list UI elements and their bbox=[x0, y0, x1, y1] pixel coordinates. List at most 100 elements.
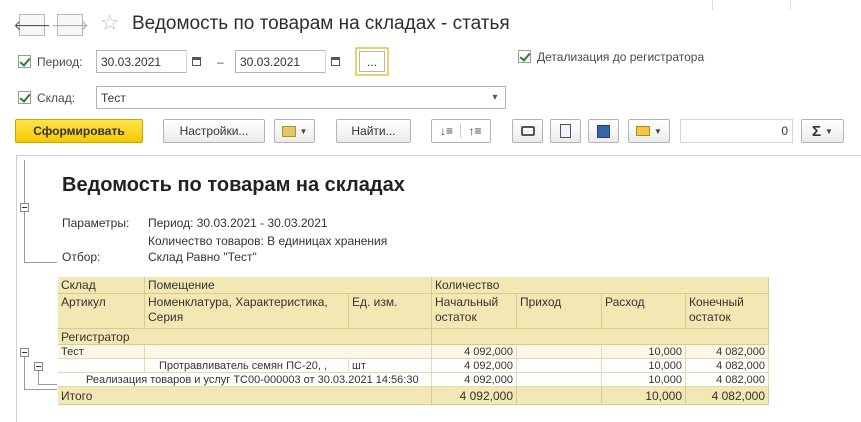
envelope-icon bbox=[636, 126, 651, 136]
table-cell bbox=[145, 345, 432, 359]
header-warehouse: Склад bbox=[58, 277, 145, 294]
calendar-from-button[interactable] bbox=[186, 50, 206, 73]
sort-group: ↓≡ ↑≡ bbox=[431, 119, 491, 143]
header-expense: Расход bbox=[602, 294, 686, 329]
params-label: Параметры: bbox=[62, 216, 130, 230]
generate-button[interactable]: Сформировать bbox=[15, 119, 143, 143]
filter-label: Отбор: bbox=[62, 250, 101, 264]
header-room: Помещение bbox=[145, 277, 432, 294]
page-title: Ведомость по товарам на складах - статья bbox=[132, 13, 510, 34]
param-quantity-units: Количество товаров: В единицах хранения bbox=[148, 234, 388, 248]
window-divider bbox=[712, 0, 713, 10]
forward-button[interactable]: 🡒 bbox=[51, 14, 89, 36]
favorite-star-icon[interactable]: ☆ bbox=[100, 12, 120, 34]
report-title: Ведомость по товарам на складах bbox=[62, 174, 405, 196]
sum-value: 0 bbox=[781, 124, 788, 138]
table-row-registrar[interactable]: Реализация товаров и услуг ТС00-000003 о… bbox=[58, 373, 432, 387]
report-variants-icon bbox=[281, 125, 296, 137]
group-line bbox=[38, 384, 57, 385]
arrow-left-icon: 🡐 bbox=[13, 16, 51, 33]
header-nomenclature: Номенклатура, Характеристика, Серия bbox=[145, 294, 349, 329]
header-series: Серия bbox=[148, 310, 184, 324]
header-closing-line2: остаток bbox=[689, 310, 731, 324]
calendar-to-button[interactable] bbox=[325, 50, 345, 73]
arrow-right-icon: 🡒 bbox=[51, 16, 89, 33]
warehouse-value: Тест bbox=[101, 91, 126, 105]
detail-checkbox[interactable] bbox=[518, 50, 531, 63]
settings-button[interactable]: Настройки... bbox=[163, 119, 265, 143]
total-closing: 4 082,000 bbox=[686, 387, 769, 405]
warehouse-label: Склад: bbox=[37, 91, 76, 105]
table-cell-expense: 10,000 bbox=[602, 359, 686, 373]
chevron-down-icon: ▾ bbox=[492, 92, 498, 103]
header-closing: Конечный остаток bbox=[686, 294, 769, 329]
header-article: Артикул bbox=[58, 294, 145, 329]
period-select-button[interactable]: ... bbox=[355, 47, 389, 76]
period-checkbox[interactable] bbox=[18, 55, 31, 68]
group-line bbox=[24, 355, 25, 389]
sum-mode-button[interactable]: Σ ▼ bbox=[801, 119, 844, 143]
table-row-item-name[interactable]: Протравливатель семян ПС-20, , bbox=[145, 359, 349, 373]
table-cell-income bbox=[517, 345, 602, 359]
send-email-button[interactable]: ▼ bbox=[628, 119, 670, 143]
header-closing-line1: Конечный bbox=[689, 295, 744, 309]
detail-label: Детализация до регистратора bbox=[537, 50, 705, 64]
collapse-group-icon[interactable] bbox=[34, 362, 43, 371]
table-cell-expense: 10,000 bbox=[602, 345, 686, 359]
param-period: Период: 30.03.2021 - 30.03.2021 bbox=[148, 216, 328, 230]
chevron-down-icon: ▼ bbox=[825, 126, 833, 136]
total-expense: 10,000 bbox=[602, 387, 686, 405]
header-opening-line2: остаток bbox=[435, 310, 477, 324]
sort-descending-icon[interactable]: ↑≡ bbox=[461, 124, 489, 138]
ellipsis-icon: ... bbox=[359, 51, 385, 72]
header-registrar: Регистратор bbox=[58, 329, 432, 345]
header-opening: Начальный остаток bbox=[432, 294, 517, 329]
sort-ascending-icon[interactable]: ↓≡ bbox=[433, 124, 461, 138]
date-separator: – bbox=[217, 55, 224, 69]
group-line bbox=[24, 389, 57, 390]
table-cell-income bbox=[517, 373, 602, 387]
header-income: Приход bbox=[517, 294, 602, 329]
table-cell-opening: 4 092,000 bbox=[432, 359, 517, 373]
total-income bbox=[517, 387, 602, 405]
total-label: Итого bbox=[58, 387, 432, 405]
header-unit: Ед. изм. bbox=[349, 294, 432, 329]
warehouse-field[interactable]: Тест bbox=[96, 86, 506, 109]
chevron-down-icon: ▼ bbox=[299, 126, 308, 136]
window-divider bbox=[790, 0, 791, 10]
print-button[interactable] bbox=[512, 119, 543, 143]
warehouse-dropdown-button[interactable]: ▾ bbox=[485, 86, 505, 109]
date-from-value: 30.03.2021 bbox=[101, 55, 162, 69]
header-nomenclature-line1: Номенклатура, Характеристика, bbox=[148, 295, 328, 309]
variants-button[interactable]: ▼ bbox=[274, 119, 315, 143]
sigma-icon: Σ bbox=[812, 122, 822, 140]
total-opening: 4 092,000 bbox=[432, 387, 517, 405]
table-cell-closing: 4 082,000 bbox=[686, 359, 769, 373]
table-cell-opening: 4 092,000 bbox=[432, 345, 517, 359]
collapse-group-icon[interactable] bbox=[20, 203, 29, 212]
header-filler bbox=[432, 329, 769, 345]
filter-value: Склад Равно "Тест" bbox=[148, 250, 257, 264]
back-button[interactable]: 🡐 bbox=[13, 14, 51, 36]
warehouse-checkbox[interactable] bbox=[18, 91, 31, 104]
calendar-icon bbox=[331, 57, 340, 66]
header-quantity: Количество bbox=[432, 277, 769, 294]
period-label: Период: bbox=[37, 55, 83, 69]
preview-button[interactable] bbox=[550, 119, 581, 143]
table-cell-closing: 4 082,000 bbox=[686, 345, 769, 359]
save-button[interactable] bbox=[588, 119, 619, 143]
collapse-group-icon[interactable] bbox=[20, 348, 29, 357]
find-button[interactable]: Найти... bbox=[336, 119, 411, 143]
table-cell-closing: 4 082,000 bbox=[686, 373, 769, 387]
table-row-warehouse-name[interactable]: Тест bbox=[58, 345, 145, 359]
save-floppy-icon bbox=[597, 124, 610, 138]
printer-icon bbox=[520, 126, 535, 136]
date-to-value: 30.03.2021 bbox=[240, 55, 301, 69]
table-cell-expense: 10,000 bbox=[602, 373, 686, 387]
table-cell-income bbox=[517, 359, 602, 373]
table-cell bbox=[58, 359, 145, 373]
chevron-down-icon: ▼ bbox=[654, 126, 662, 136]
header-opening-line1: Начальный bbox=[435, 295, 499, 309]
calendar-icon bbox=[192, 57, 201, 66]
print-preview-icon bbox=[560, 124, 571, 138]
